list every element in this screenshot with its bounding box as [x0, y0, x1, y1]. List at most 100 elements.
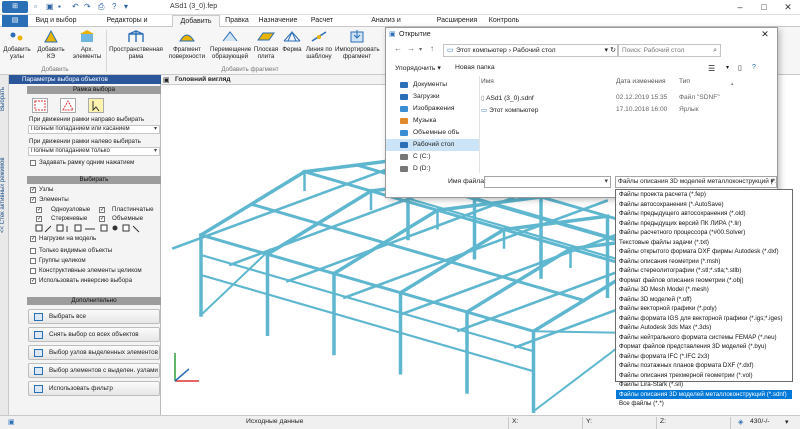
filetype-option[interactable]: Файлы 3D Mesh Model (*.mesh)	[616, 285, 792, 295]
organize-button[interactable]: Упорядочить ▾	[395, 64, 441, 72]
filetype-option[interactable]: Файлы описания трехмерной геометрии (*.v…	[616, 371, 792, 381]
address-bar[interactable]: ▭ Этот компьютер › Рабочий стол ▾ ↻	[443, 44, 619, 57]
filetype-select[interactable]: Файлы описания 3D моделей металлоконстру…	[615, 176, 777, 188]
open-folder-icon[interactable]: ▣	[46, 2, 54, 11]
select-all-button[interactable]: Выбрать все	[28, 309, 160, 324]
address-dropdown-icon[interactable]: ▾	[604, 45, 608, 56]
quick-access-dropdown-icon[interactable]: ▾	[124, 2, 128, 11]
new-file-icon[interactable]: ▫	[34, 2, 37, 11]
frame-select-icon[interactable]	[32, 98, 48, 113]
filetype-option[interactable]: Текстовые файлы задачи (*.txt)	[616, 238, 792, 248]
dialog-help-icon[interactable]: ?	[752, 64, 756, 71]
nav-item[interactable]: D (D:)	[386, 163, 479, 173]
filetype-option[interactable]: Файлы автосохранения (*.AutoSave)	[616, 200, 792, 210]
file-menu-icon[interactable]: ▤	[2, 15, 28, 27]
flat-plate-button[interactable]: Плоская плита	[252, 29, 280, 60]
new-folder-button[interactable]: Новая папка	[455, 64, 495, 71]
filetype-option[interactable]: Файлы Lira-Stark (*.sli)	[616, 380, 792, 390]
back-icon[interactable]: ←	[394, 44, 402, 53]
elements-checkbox[interactable]: ✓	[30, 197, 36, 203]
nav-item[interactable]: Рабочий стол	[386, 139, 479, 151]
filetype-option[interactable]: Файлы предыдущего автосохранения (*.old)	[616, 209, 792, 219]
select-node-elements-button[interactable]: Выбор элементов с выделен. узлами	[28, 363, 160, 378]
menu-tab[interactable]: Контроль	[486, 15, 522, 27]
filetype-option[interactable]: Формат файлов представления 3D моделей (…	[616, 342, 792, 352]
help-icon[interactable]: ?	[112, 2, 116, 11]
dialog-close-icon[interactable]: ✕	[753, 28, 777, 41]
menu-tab[interactable]: Расчет	[303, 15, 341, 27]
redo-icon[interactable]: ↷	[84, 2, 91, 11]
menu-tab[interactable]: Добавить	[172, 15, 220, 27]
nodes-checkbox[interactable]: ✓	[30, 187, 36, 193]
preview-pane-icon[interactable]: ▯	[738, 64, 742, 72]
filetype-option[interactable]: Файлы проекта расчета (*.fep)	[616, 190, 792, 200]
breadcrumb-root[interactable]: Этот компьютер	[456, 47, 507, 54]
filetype-option[interactable]: Формат файлов описания геометрии (*.obj)	[616, 276, 792, 286]
visible-only-checkbox[interactable]	[30, 248, 36, 254]
nav-item[interactable]: C (C:)	[386, 151, 479, 163]
arch-elements-button[interactable]: Арх. элементы	[72, 29, 102, 60]
menu-tab[interactable]: Вид и выбор	[32, 15, 80, 27]
menu-tab[interactable]: Редакторы и конструирование	[83, 15, 171, 36]
breadcrumb-leaf[interactable]: Рабочий стол	[513, 47, 556, 54]
constructive-checkbox[interactable]	[30, 268, 36, 274]
file-row[interactable]: ▭ Этот компьютер	[481, 106, 538, 114]
view-tab-label[interactable]: Головний вигляд	[175, 76, 231, 83]
print-icon[interactable]: ⎙	[98, 2, 104, 12]
inverse-checkbox[interactable]: ✓	[30, 278, 36, 284]
filetype-option[interactable]: Файлы формата IGS для векторной графики …	[616, 314, 792, 324]
nav-item[interactable]: Объемные объ	[386, 127, 479, 139]
status-dropdown-icon[interactable]: ▾	[785, 418, 788, 426]
filetype-option[interactable]: Файлы стереолитографии (*.stl;*.stla;*.s…	[616, 266, 792, 276]
single-click-checkbox[interactable]	[30, 160, 36, 166]
truss-button[interactable]: Ферма	[281, 29, 303, 53]
filetype-option[interactable]: Файлы поэтажных планов формата DXF (*.dx…	[616, 361, 792, 371]
move-generatrix-button[interactable]: Перемещение образующей	[210, 29, 251, 60]
menu-tab[interactable]: Анализ и документирование	[344, 15, 428, 36]
search-input[interactable]: Поиск: Рабочий стол ⌕	[617, 44, 721, 57]
maximize-icon[interactable]: □	[752, 1, 776, 14]
nav-item[interactable]: Музыка	[386, 115, 479, 127]
plate-checkbox[interactable]: ✓	[99, 207, 105, 213]
close-icon[interactable]: ✕	[776, 1, 800, 14]
frame-section-header[interactable]: Рамка выбора	[27, 86, 161, 94]
line-template-button[interactable]: Линия по шаблону	[304, 29, 334, 60]
volume-checkbox[interactable]: ✓	[99, 216, 105, 222]
filetype-option[interactable]: Файлы 3D моделей (*.off)	[616, 295, 792, 305]
select-mode-tab[interactable]: Выбрать	[0, 79, 9, 119]
add-nodes-button[interactable]: Добавить узлы	[3, 29, 31, 60]
nav-item[interactable]: Изображения	[386, 103, 479, 115]
nav-item[interactable]: Загрузки	[386, 91, 479, 103]
filetype-option[interactable]: Файлы векторной графики (*.poly)	[616, 304, 792, 314]
filetype-option[interactable]: Файлы открытого формата DXF фирмы Autode…	[616, 247, 792, 257]
select-section-header[interactable]: Выбирать	[27, 176, 161, 184]
file-row[interactable]: ▯ ASd1 (3_0).sdnf	[481, 94, 534, 102]
add-fe-button[interactable]: Добавить КЭ	[36, 29, 66, 60]
menu-tab[interactable]: Назначение	[256, 15, 300, 27]
filetype-option[interactable]: Все файлы (*.*)	[616, 399, 792, 409]
extra-section-header[interactable]: Дополнительно	[27, 297, 161, 305]
col-name-header[interactable]: Имя	[481, 78, 494, 85]
view-dropdown-icon[interactable]: ▾	[726, 64, 729, 71]
use-filter-button[interactable]: Использовать фильтр	[28, 381, 160, 396]
drag-left-select[interactable]: Полным попаданием только	[28, 147, 160, 156]
cursor-select-icon[interactable]	[88, 98, 104, 113]
refresh-icon[interactable]: ↻	[610, 45, 616, 56]
rod-checkbox[interactable]: ✓	[36, 216, 42, 222]
loads-checkbox[interactable]: ✓	[30, 236, 36, 242]
active-modes-stack-tab[interactable]: << Стек активных режимов	[0, 135, 9, 255]
undo-icon[interactable]: ↶	[72, 2, 79, 11]
view-options-icon[interactable]: ☰	[708, 64, 715, 73]
import-fragment-button[interactable]: Импортировать фрагмент	[335, 29, 380, 60]
menu-tab[interactable]: Расширения	[430, 15, 484, 27]
deselect-all-button[interactable]: Снять выбор со всех объектов	[28, 327, 160, 342]
filetype-option[interactable]: Файлы описания 3D моделей металлоконстру…	[616, 389, 792, 399]
filetype-option[interactable]: Файлы описания геометрии (*.msh)	[616, 257, 792, 267]
drag-right-select[interactable]: Полным попаданием или касанием	[28, 125, 160, 134]
polygon-select-icon[interactable]	[60, 98, 76, 113]
recent-dropdown-icon[interactable]: ▾	[419, 46, 422, 53]
single-node-checkbox[interactable]: ✓	[36, 207, 42, 213]
col-date-header[interactable]: Дата изменения	[616, 78, 666, 85]
filetype-option[interactable]: Файлы нейтрального формата системы FEMAP…	[616, 333, 792, 343]
nav-item[interactable]: Документы	[386, 79, 479, 91]
